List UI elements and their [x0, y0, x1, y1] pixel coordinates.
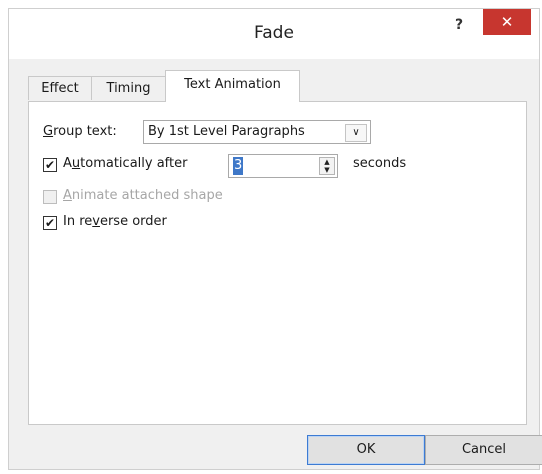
ok-button[interactable]: OK: [307, 435, 425, 465]
close-icon: ✕: [500, 13, 514, 31]
seconds-value[interactable]: 3: [233, 157, 244, 175]
auto-after-label-a: A: [63, 156, 72, 171]
title-bar: Fade ? ✕: [9, 9, 539, 59]
reverse-order-label: In reverse order: [63, 214, 167, 229]
help-button[interactable]: ?: [449, 13, 469, 37]
group-text-label-rest: roup text:: [53, 124, 117, 139]
tab-text-animation[interactable]: Text Animation: [165, 70, 300, 102]
group-text-row: Group text: By 1st Level Paragraphs ∨: [43, 120, 371, 144]
animate-shape-label: Animate attached shape: [63, 188, 223, 203]
spin-down-icon[interactable]: ▼: [320, 166, 334, 174]
tab-strip: Effect Timing Text Animation: [28, 70, 528, 102]
animate-shape-mnemonic: A: [63, 188, 72, 203]
animate-shape-label-rest: nimate attached shape: [71, 188, 223, 203]
spin-up-icon[interactable]: ▲: [320, 158, 334, 166]
reverse-order-label-a: In re: [63, 214, 93, 229]
spin-buttons: ▲ ▼: [319, 157, 335, 175]
group-text-mnemonic: G: [43, 124, 54, 139]
chevron-down-icon: ∨: [345, 124, 367, 142]
seconds-unit-label: seconds: [353, 156, 407, 171]
group-text-value: By 1st Level Paragraphs: [148, 124, 305, 139]
close-button[interactable]: ✕: [483, 9, 531, 35]
animate-shape-checkbox: [43, 190, 57, 204]
group-text-label: Group text:: [43, 124, 117, 139]
auto-after-checkbox[interactable]: ✔: [43, 158, 57, 172]
reverse-order-label-rest: erse order: [99, 214, 167, 229]
cancel-button[interactable]: Cancel: [425, 435, 542, 465]
tab-timing[interactable]: Timing: [91, 76, 166, 100]
auto-after-mnemonic: u: [71, 156, 81, 171]
group-text-select[interactable]: By 1st Level Paragraphs ∨: [143, 120, 371, 144]
text-animation-panel: Group text: By 1st Level Paragraphs ∨ ✔ …: [28, 101, 527, 425]
auto-after-label: Automatically after: [63, 156, 187, 171]
seconds-spinbox[interactable]: 3 ▲ ▼: [228, 154, 338, 178]
reverse-order-checkbox[interactable]: ✔: [43, 216, 57, 230]
tab-effect[interactable]: Effect: [28, 76, 92, 100]
fade-dialog: Fade ? ✕ Effect Timing Text Animation Gr…: [8, 8, 542, 470]
reverse-order-mnemonic: v: [92, 214, 100, 229]
auto-after-label-rest: tomatically after: [80, 156, 188, 171]
